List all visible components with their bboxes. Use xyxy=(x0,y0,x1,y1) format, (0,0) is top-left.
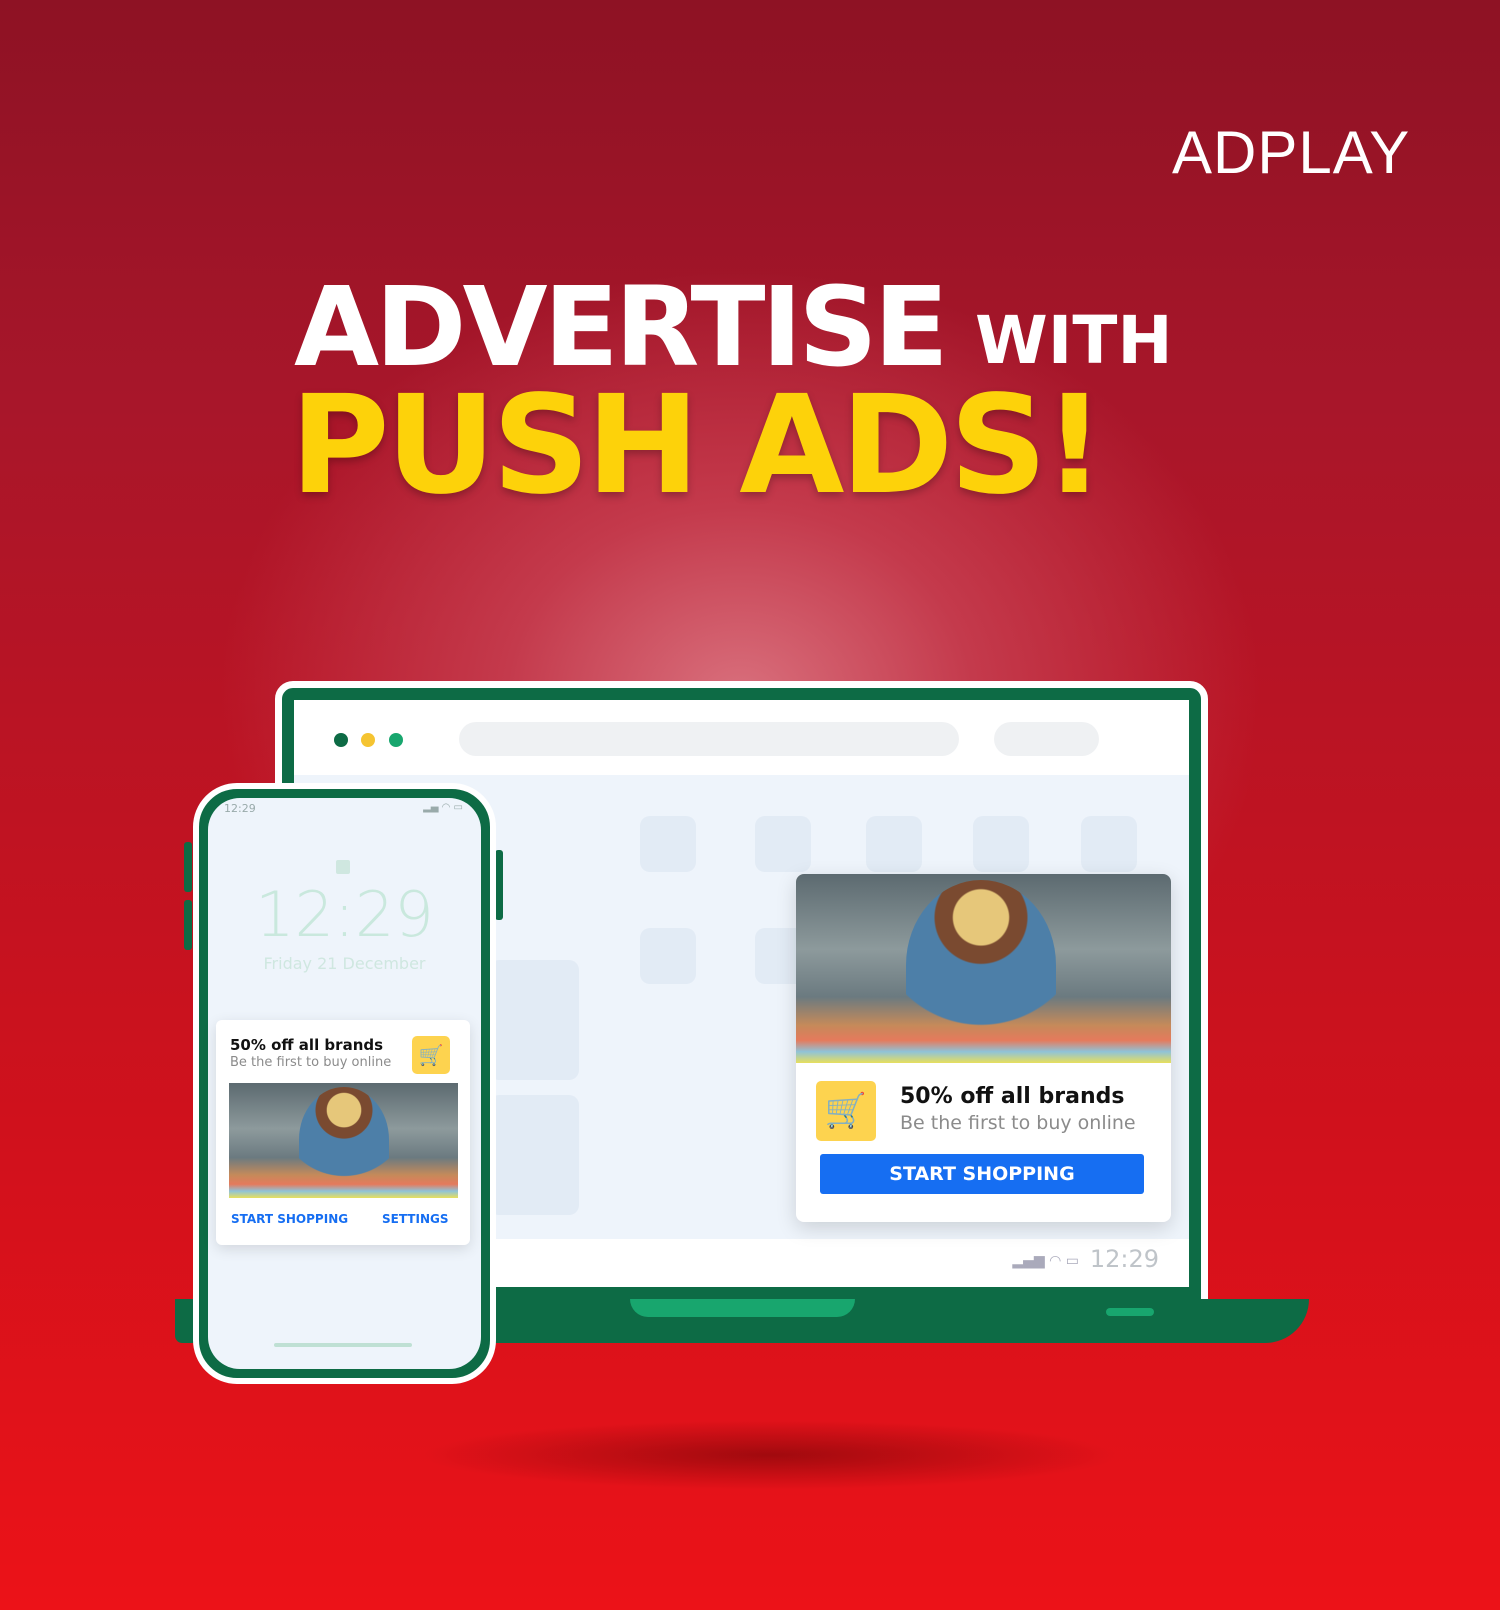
window-dot-icon xyxy=(361,733,375,747)
shopping-cart-icon: 🛒 xyxy=(412,1036,450,1074)
shopping-photo xyxy=(796,874,1171,1063)
laptop-led xyxy=(1106,1308,1154,1316)
notification-subtitle: Be the first to buy online xyxy=(900,1112,1136,1134)
lock-icon xyxy=(336,860,350,874)
desktop-push-notification[interactable]: 🛒 50% off all brands Be the first to buy… xyxy=(796,874,1171,1222)
phone-status-icons: ▂▄ ◠ ▭ xyxy=(423,802,463,813)
phone-status-time: 12:29 xyxy=(224,802,256,815)
placeholder-tile xyxy=(489,960,579,1080)
ad-banner: ADPLAY ADVERTISE WITH PUSH ADS! ▂▄▆ ◠ ▭ xyxy=(0,0,1500,1610)
browser-toolbar xyxy=(294,700,1189,775)
laptop-notch xyxy=(630,1299,855,1317)
placeholder-tile xyxy=(640,816,696,872)
device-shadow xyxy=(420,1420,1120,1490)
settings-action[interactable]: SETTINGS xyxy=(382,1212,449,1226)
shopping-photo xyxy=(229,1083,458,1198)
placeholder-tile xyxy=(489,1095,579,1215)
placeholder-tile xyxy=(755,816,811,872)
lock-date: Friday 21 December xyxy=(263,954,426,973)
notification-subtitle: Be the first to buy online xyxy=(230,1055,392,1070)
headline-push-ads: PUSH ADS! xyxy=(290,367,1105,525)
address-bar[interactable] xyxy=(459,722,959,756)
lock-time: 12:29 xyxy=(255,878,434,951)
toolbar-button[interactable] xyxy=(994,722,1099,756)
headline-advertise: ADVERTISE xyxy=(294,263,949,391)
window-dot-icon xyxy=(334,733,348,747)
placeholder-tile xyxy=(973,816,1029,872)
placeholder-tile xyxy=(640,928,696,984)
placeholder-tile xyxy=(866,816,922,872)
phone-volume-button xyxy=(184,900,192,950)
woman-figure xyxy=(299,1087,389,1192)
woman-figure xyxy=(906,880,1056,1050)
home-indicator[interactable] xyxy=(274,1343,412,1347)
status-icons: ▂▄▆ ◠ ▭ xyxy=(1012,1253,1079,1269)
start-shopping-button[interactable]: START SHOPPING xyxy=(820,1154,1144,1194)
adplay-logo: ADPLAY xyxy=(1172,119,1411,186)
window-dot-icon xyxy=(389,733,403,747)
taskbar-time: 12:29 xyxy=(1089,1245,1159,1273)
headline-with: WITH xyxy=(975,302,1173,379)
shopping-cart-icon: 🛒 xyxy=(816,1081,876,1141)
phone-push-notification[interactable]: 50% off all brands Be the first to buy o… xyxy=(216,1020,470,1245)
start-shopping-action[interactable]: START SHOPPING xyxy=(231,1212,348,1226)
notification-title: 50% off all brands xyxy=(900,1084,1125,1109)
phone-volume-button xyxy=(184,842,192,892)
phone-power-button xyxy=(495,850,503,920)
notification-title: 50% off all brands xyxy=(230,1036,384,1054)
placeholder-tile xyxy=(1081,816,1137,872)
